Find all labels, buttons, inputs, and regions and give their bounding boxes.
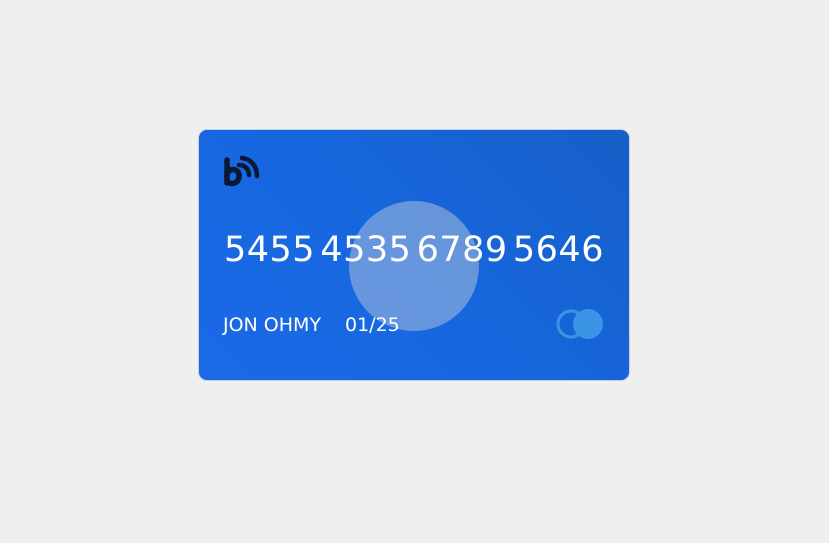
contactless-b-logo-icon — [221, 152, 263, 192]
credit-card: 5455 4535 6789 5646 JON OHMY 01/25 — [199, 130, 629, 380]
card-number-group-4: 5646 — [512, 230, 604, 270]
card-network-circles-icon — [551, 305, 607, 345]
card-number: 5455 4535 6789 5646 — [224, 228, 604, 272]
card-number-group-3: 6789 — [416, 230, 508, 270]
card-number-group-1: 5455 — [224, 230, 316, 270]
card-expiry-date: 01/25 — [345, 314, 400, 336]
cardholder-name: JON OHMY — [223, 314, 322, 336]
card-number-group-2: 4535 — [320, 230, 412, 270]
